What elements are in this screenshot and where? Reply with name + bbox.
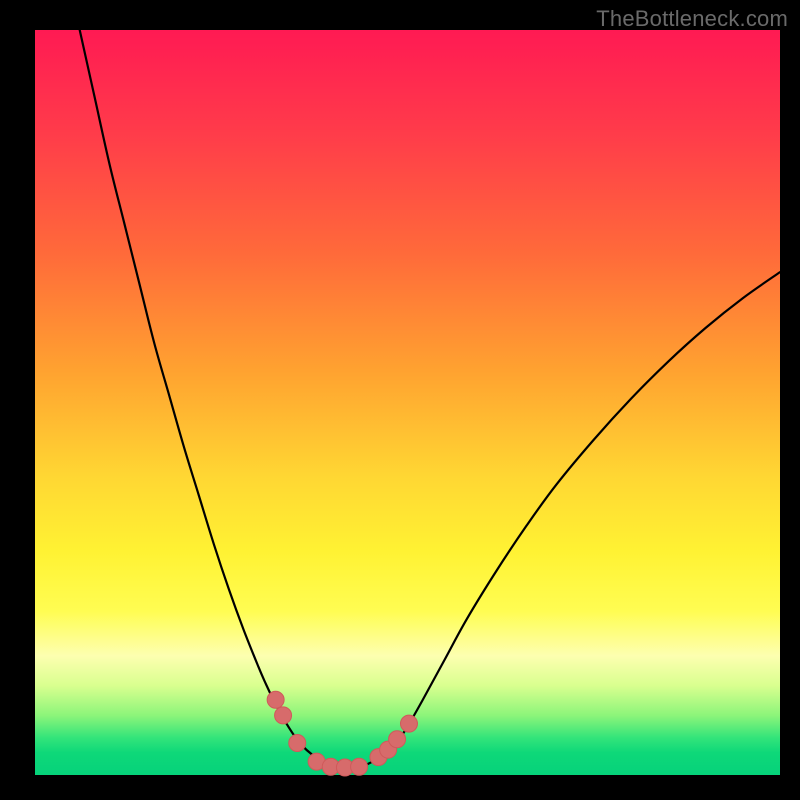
curve-marker (400, 715, 417, 732)
chart-frame: TheBottleneck.com (0, 0, 800, 800)
plot-area (35, 30, 780, 775)
watermark-text: TheBottleneck.com (596, 6, 788, 32)
curve-marker (351, 758, 368, 775)
curve-marker (275, 707, 292, 724)
v-curve-path (80, 30, 780, 768)
curve-marker (267, 691, 284, 708)
marker-group (267, 691, 417, 776)
curve-layer (35, 30, 780, 775)
curve-marker (389, 731, 406, 748)
curve-marker (289, 734, 306, 751)
